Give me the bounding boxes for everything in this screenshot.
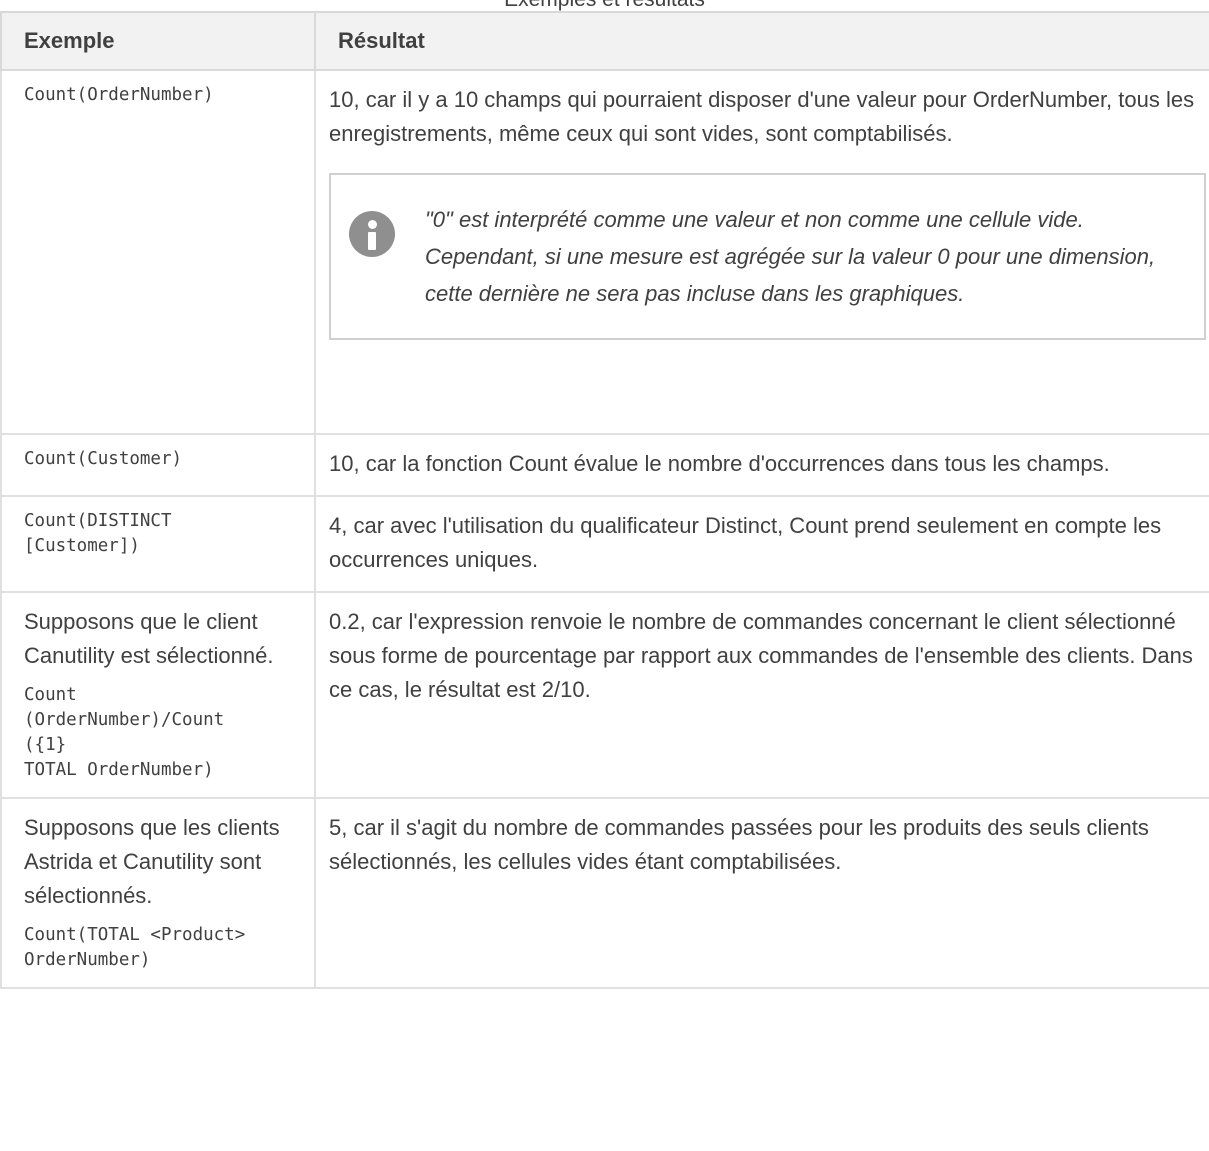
result-text: 5, car il s'agit du nombre de commandes … [329, 815, 1149, 874]
result-text: 4, car avec l'utilisation du qualificate… [329, 513, 1162, 572]
table-row: Count(OrderNumber) 10, car il y a 10 cha… [0, 69, 1209, 435]
table-row: Supposons que les clients Astrida et Can… [0, 797, 1209, 989]
example-code: Count (OrderNumber)/Count ({1} TOTAL Ord… [24, 685, 225, 780]
info-icon [349, 211, 395, 257]
example-cell: Count(Customer) [0, 433, 316, 497]
example-code: Count(TOTAL <Product> OrderNumber) [24, 925, 246, 970]
example-cell: Count(OrderNumber) [0, 69, 316, 435]
example-text: Supposons que le client Canutility est s… [24, 609, 274, 668]
header-result: Résultat [314, 11, 1209, 71]
page: Exemples et résultats Exemple Résultat C… [0, 0, 1209, 1151]
example-code: Count(Customer) [24, 449, 183, 469]
header-example: Exemple [0, 11, 316, 71]
example-cell: Supposons que le client Canutility est s… [0, 591, 316, 799]
result-cell: 4, car avec l'utilisation du qualificate… [314, 495, 1209, 593]
note-text: "0" est interprété comme une valeur et n… [425, 207, 1156, 306]
example-text: Supposons que les clients Astrida et Can… [24, 815, 280, 908]
table-row: Count(DISTINCT [Customer]) 4, car avec l… [0, 495, 1209, 593]
result-cell: 5, car il s'agit du nombre de commandes … [314, 797, 1209, 989]
example-code: Count(OrderNumber) [24, 85, 214, 105]
example-code: Count(DISTINCT [Customer]) [24, 511, 172, 556]
result-cell: 10, car la fonction Count évalue le nomb… [314, 433, 1209, 497]
table-row: Count(Customer) 10, car la fonction Coun… [0, 433, 1209, 497]
result-text: 0.2, car l'expression renvoie le nombre … [329, 609, 1193, 702]
result-text: 10, car la fonction Count évalue le nomb… [329, 451, 1110, 476]
examples-table: Exemple Résultat Count(OrderNumber) 10, … [0, 11, 1209, 989]
example-cell: Count(DISTINCT [Customer]) [0, 495, 316, 593]
result-cell: 0.2, car l'expression renvoie le nombre … [314, 591, 1209, 799]
example-cell: Supposons que les clients Astrida et Can… [0, 797, 316, 989]
result-text: 10, car il y a 10 champs qui pourraient … [329, 87, 1195, 146]
note-box: "0" est interprété comme une valeur et n… [329, 173, 1206, 340]
table-row: Supposons que le client Canutility est s… [0, 591, 1209, 799]
table-header-row: Exemple Résultat [0, 11, 1209, 71]
result-cell: 10, car il y a 10 champs qui pourraient … [314, 69, 1209, 435]
